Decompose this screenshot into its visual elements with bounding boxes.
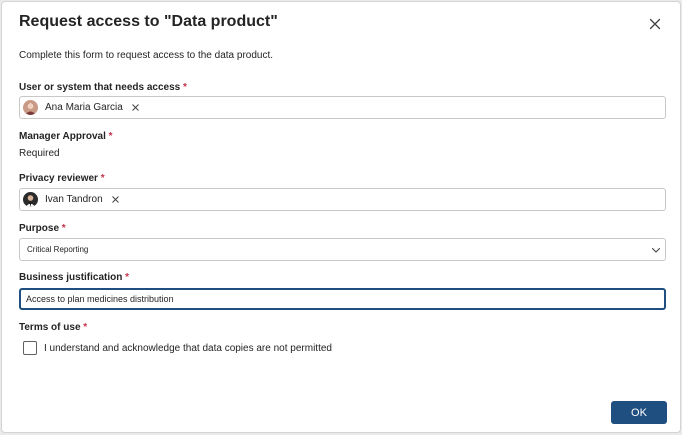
- required-mark: *: [61, 223, 66, 234]
- privacy-reviewer-label: Privacy reviewer *: [19, 173, 105, 184]
- purpose-label: Purpose *: [19, 223, 66, 234]
- dialog-description: Complete this form to request access to …: [19, 50, 274, 61]
- privacy-reviewer-picker[interactable]: Ivan Tandron: [19, 188, 666, 211]
- business-justification-input[interactable]: [19, 288, 666, 310]
- purpose-label-text: Purpose: [19, 223, 60, 234]
- purpose-selected-value: Critical Reporting: [27, 245, 89, 254]
- dismiss-icon[interactable]: [111, 195, 120, 204]
- dismiss-icon[interactable]: [131, 103, 140, 112]
- required-mark: *: [125, 272, 130, 283]
- user-chip-name: Ana Maria Garcia: [45, 102, 123, 113]
- terms-of-use-label: Terms of use *: [19, 322, 87, 333]
- business-justification-label-text: Business justification: [19, 272, 123, 283]
- required-mark: *: [182, 82, 187, 93]
- privacy-reviewer-label-text: Privacy reviewer: [19, 173, 98, 184]
- terms-checkbox-label[interactable]: I understand and acknowledge that data c…: [44, 343, 332, 354]
- close-icon[interactable]: [646, 15, 664, 33]
- terms-checkbox[interactable]: [23, 341, 37, 355]
- manager-approval-label-text: Manager Approval: [19, 131, 106, 142]
- user-field-label: User or system that needs access *: [19, 82, 187, 93]
- required-mark: *: [83, 322, 88, 333]
- required-mark: *: [100, 173, 105, 184]
- avatar: [23, 192, 38, 207]
- user-field-label-text: User or system that needs access: [19, 82, 181, 93]
- request-access-dialog: Request access to "Data product" Complet…: [1, 1, 681, 433]
- chevron-down-icon[interactable]: [651, 245, 661, 255]
- avatar: [23, 100, 38, 115]
- user-picker-field[interactable]: Ana Maria Garcia: [19, 96, 666, 119]
- dialog-title: Request access to "Data product": [19, 13, 278, 30]
- reviewer-chip: Ivan Tandron: [23, 191, 120, 208]
- terms-of-use-label-text: Terms of use: [19, 322, 81, 333]
- user-chip: Ana Maria Garcia: [23, 99, 140, 116]
- ok-button[interactable]: OK: [611, 401, 667, 424]
- purpose-dropdown[interactable]: Critical Reporting: [19, 238, 666, 261]
- reviewer-chip-name: Ivan Tandron: [45, 194, 103, 205]
- required-mark: *: [108, 131, 113, 142]
- business-justification-label: Business justification *: [19, 272, 129, 283]
- manager-approval-value: Required: [19, 148, 60, 159]
- manager-approval-label: Manager Approval *: [19, 131, 113, 142]
